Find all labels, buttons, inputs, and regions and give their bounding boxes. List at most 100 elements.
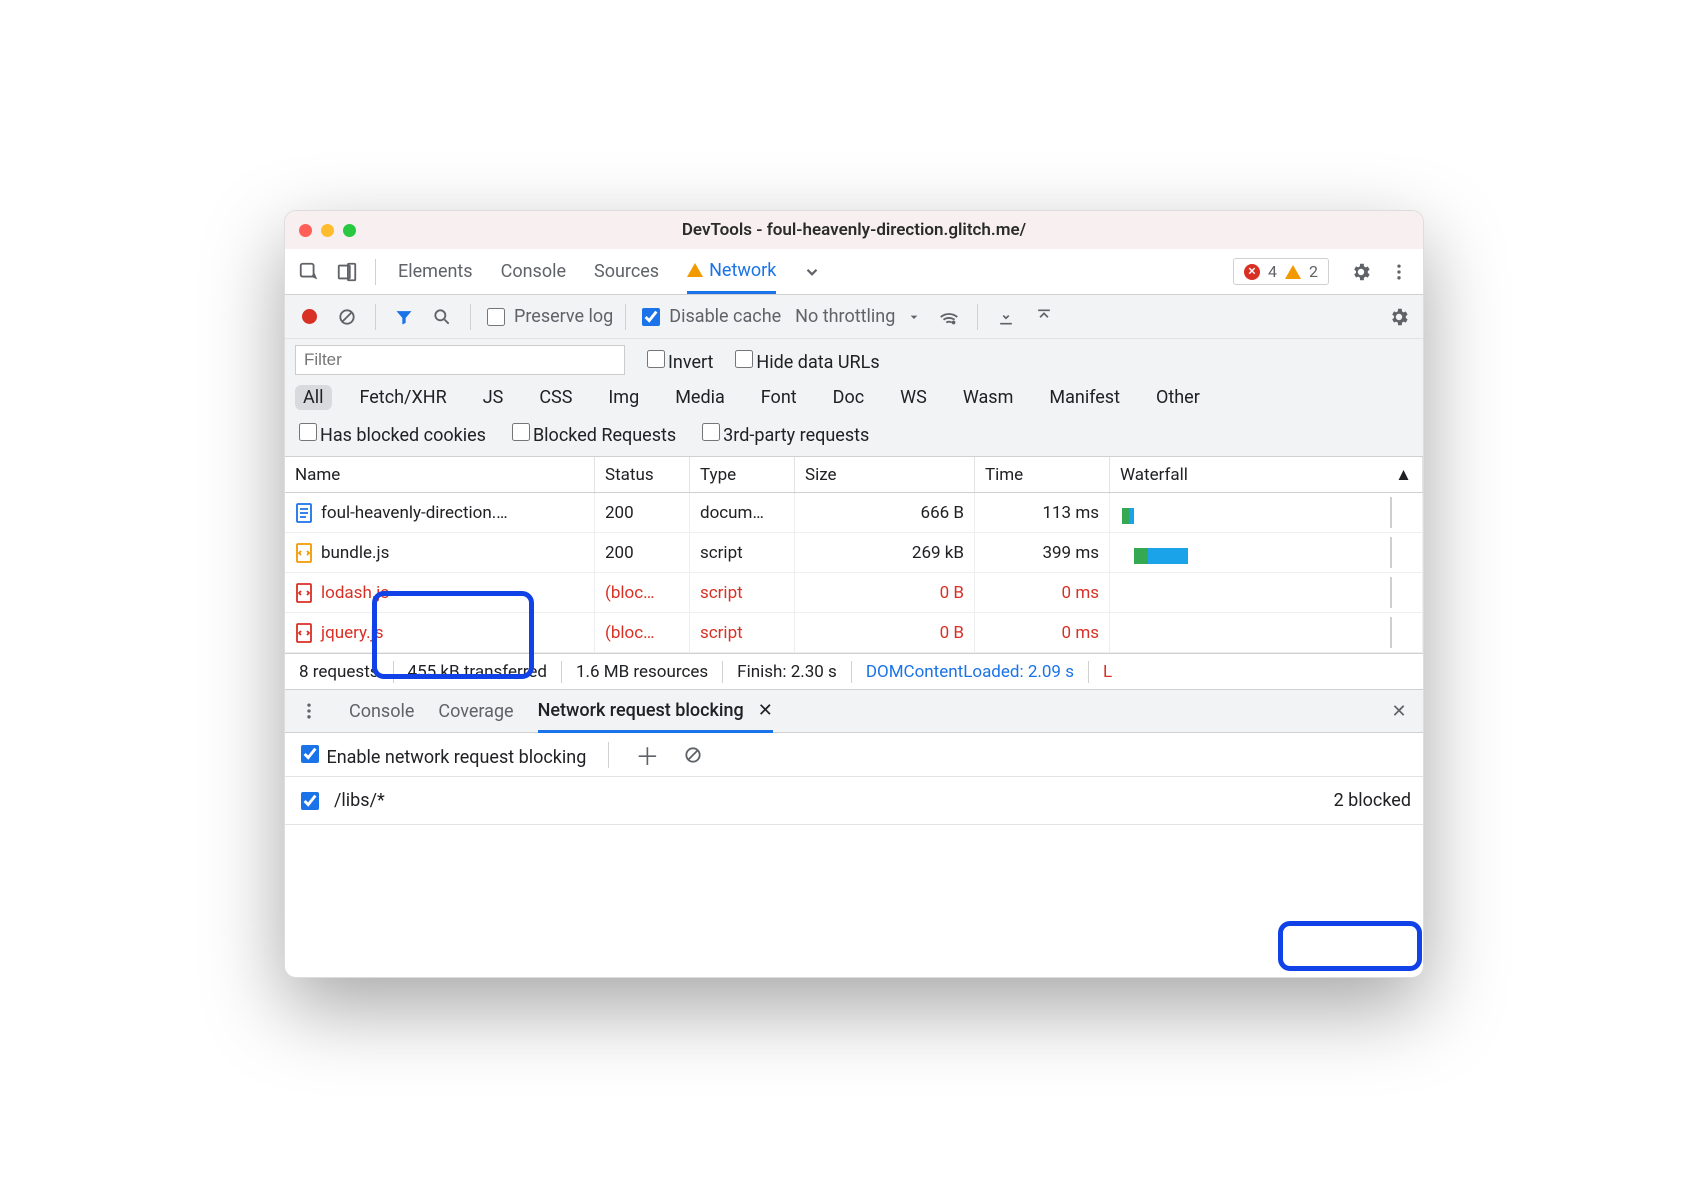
divider [608,742,609,768]
inspect-element-icon[interactable] [293,256,325,288]
script-file-blocked-icon [295,583,313,603]
invert-checkbox[interactable]: Invert [643,347,713,373]
cell-size: 666 B [795,493,975,532]
cell-size: 0 B [795,573,975,612]
settings-icon[interactable] [1345,256,1377,288]
import-har-icon[interactable] [990,301,1022,333]
kebab-menu-icon[interactable] [1383,256,1415,288]
third-party-checkbox[interactable]: 3rd-party requests [698,420,869,446]
preserve-log-checkbox[interactable]: Preserve log [483,305,613,329]
chip-all[interactable]: All [295,385,332,410]
chip-manifest[interactable]: Manifest [1041,385,1128,410]
export-har-icon[interactable] [1028,301,1060,333]
summary-load: L [1103,662,1112,682]
cell-type: docum… [690,493,795,532]
cell-waterfall [1110,533,1423,572]
summary-resources: 1.6 MB resources [576,662,708,682]
summary-transferred: 455 kB transferred [408,662,547,682]
chip-js[interactable]: JS [475,385,512,410]
checkbox-label: Has blocked cookies [320,425,486,446]
drawer-tab-network-request-blocking[interactable]: Network request blocking ✕ [538,691,773,733]
throttling-select[interactable]: No throttling [795,306,927,327]
filter-input[interactable] [295,345,625,375]
disable-cache-checkbox[interactable]: Disable cache [638,305,781,329]
col-waterfall[interactable]: Waterfall ▲ [1110,457,1423,492]
clear-icon[interactable] [331,301,363,333]
col-name[interactable]: Name [285,457,595,492]
checkbox-label: Disable cache [669,306,781,327]
chip-font[interactable]: Font [753,385,805,410]
chip-css[interactable]: CSS [531,385,580,410]
network-summary-bar: 8 requests 455 kB transferred 1.6 MB res… [285,653,1423,689]
tab-label: Elements [398,261,473,282]
blocked-requests-checkbox[interactable]: Blocked Requests [508,420,676,446]
table-row[interactable]: foul-heavenly-direction.… 200 docum… 666… [285,493,1423,533]
devtools-window: DevTools - foul-heavenly-direction.glitc… [284,210,1424,978]
tab-elements[interactable]: Elements [398,249,473,294]
cell-status: (bloc… [595,573,690,612]
pattern-enabled-checkbox[interactable] [301,792,319,810]
chip-fetchxhr[interactable]: Fetch/XHR [352,385,455,410]
panel-settings-icon[interactable] [1383,301,1415,333]
has-blocked-cookies-checkbox[interactable]: Has blocked cookies [295,420,486,446]
script-file-blocked-icon [295,623,313,643]
cell-name: lodash.js [321,583,389,603]
drawer-kebab-icon[interactable] [293,695,325,727]
checkbox-label: Blocked Requests [533,425,676,446]
devtools-main-tabs: Elements Console Sources Network 4 2 [285,249,1423,295]
network-conditions-icon[interactable] [933,301,965,333]
blocking-pattern-row[interactable]: /libs/* 2 blocked [285,777,1423,825]
col-status[interactable]: Status [595,457,690,492]
window-title: DevTools - foul-heavenly-direction.glitc… [285,220,1423,240]
drawer-tab-coverage[interactable]: Coverage [438,690,513,732]
filter-icon[interactable] [388,301,420,333]
chip-ws[interactable]: WS [892,385,935,410]
col-type[interactable]: Type [690,457,795,492]
divider [977,304,978,330]
device-toolbar-icon[interactable] [331,256,363,288]
issues-summary[interactable]: 4 2 [1233,258,1329,285]
add-pattern-icon[interactable]: ＋ [631,739,663,771]
network-filter-strip: Invert Hide data URLs All Fetch/XHR JS C… [285,339,1423,457]
drawer-tab-console[interactable]: Console [349,690,414,732]
divider [375,304,376,330]
search-icon[interactable] [426,301,458,333]
chip-other[interactable]: Other [1148,385,1208,410]
pattern-blocked-count: 2 blocked [1334,790,1411,811]
tab-label: Console [501,261,566,282]
col-label: Waterfall [1120,465,1188,485]
cell-type: script [690,613,795,652]
cell-size: 269 kB [795,533,975,572]
network-request-table: Name Status Type Size Time Waterfall ▲ fo… [285,457,1423,653]
chip-img[interactable]: Img [600,385,647,410]
table-row[interactable]: bundle.js 200 script 269 kB 399 ms [285,533,1423,573]
error-icon [1244,264,1260,280]
tab-network[interactable]: Network [687,249,776,294]
col-time[interactable]: Time [975,457,1110,492]
table-row[interactable]: jquery.js (bloc… script 0 B 0 ms [285,613,1423,653]
chip-wasm[interactable]: Wasm [955,385,1022,410]
col-size[interactable]: Size [795,457,975,492]
throttling-value: No throttling [795,306,895,327]
tab-sources[interactable]: Sources [594,249,659,294]
hide-data-urls-checkbox[interactable]: Hide data URLs [731,347,879,373]
tab-console[interactable]: Console [501,249,566,294]
enable-request-blocking-checkbox[interactable]: Enable network request blocking [297,742,586,768]
chip-media[interactable]: Media [667,385,733,410]
more-tabs-icon[interactable] [796,256,828,288]
cell-status: 200 [595,493,690,532]
chip-doc[interactable]: Doc [825,385,873,410]
tab-label: Network [709,260,776,281]
summary-requests: 8 requests [299,662,379,682]
close-drawer-icon[interactable]: ✕ [1383,695,1415,727]
record-button[interactable] [293,301,325,333]
table-row[interactable]: lodash.js (bloc… script 0 B 0 ms [285,573,1423,613]
warning-icon [687,263,703,277]
tab-label: Network request blocking [538,700,744,721]
tab-label: Coverage [438,701,513,722]
sort-indicator-icon: ▲ [1395,465,1412,485]
titlebar: DevTools - foul-heavenly-direction.glitc… [285,211,1423,249]
warning-count: 2 [1309,262,1318,281]
close-tab-icon[interactable]: ✕ [758,700,773,721]
remove-all-patterns-icon[interactable] [677,739,709,771]
